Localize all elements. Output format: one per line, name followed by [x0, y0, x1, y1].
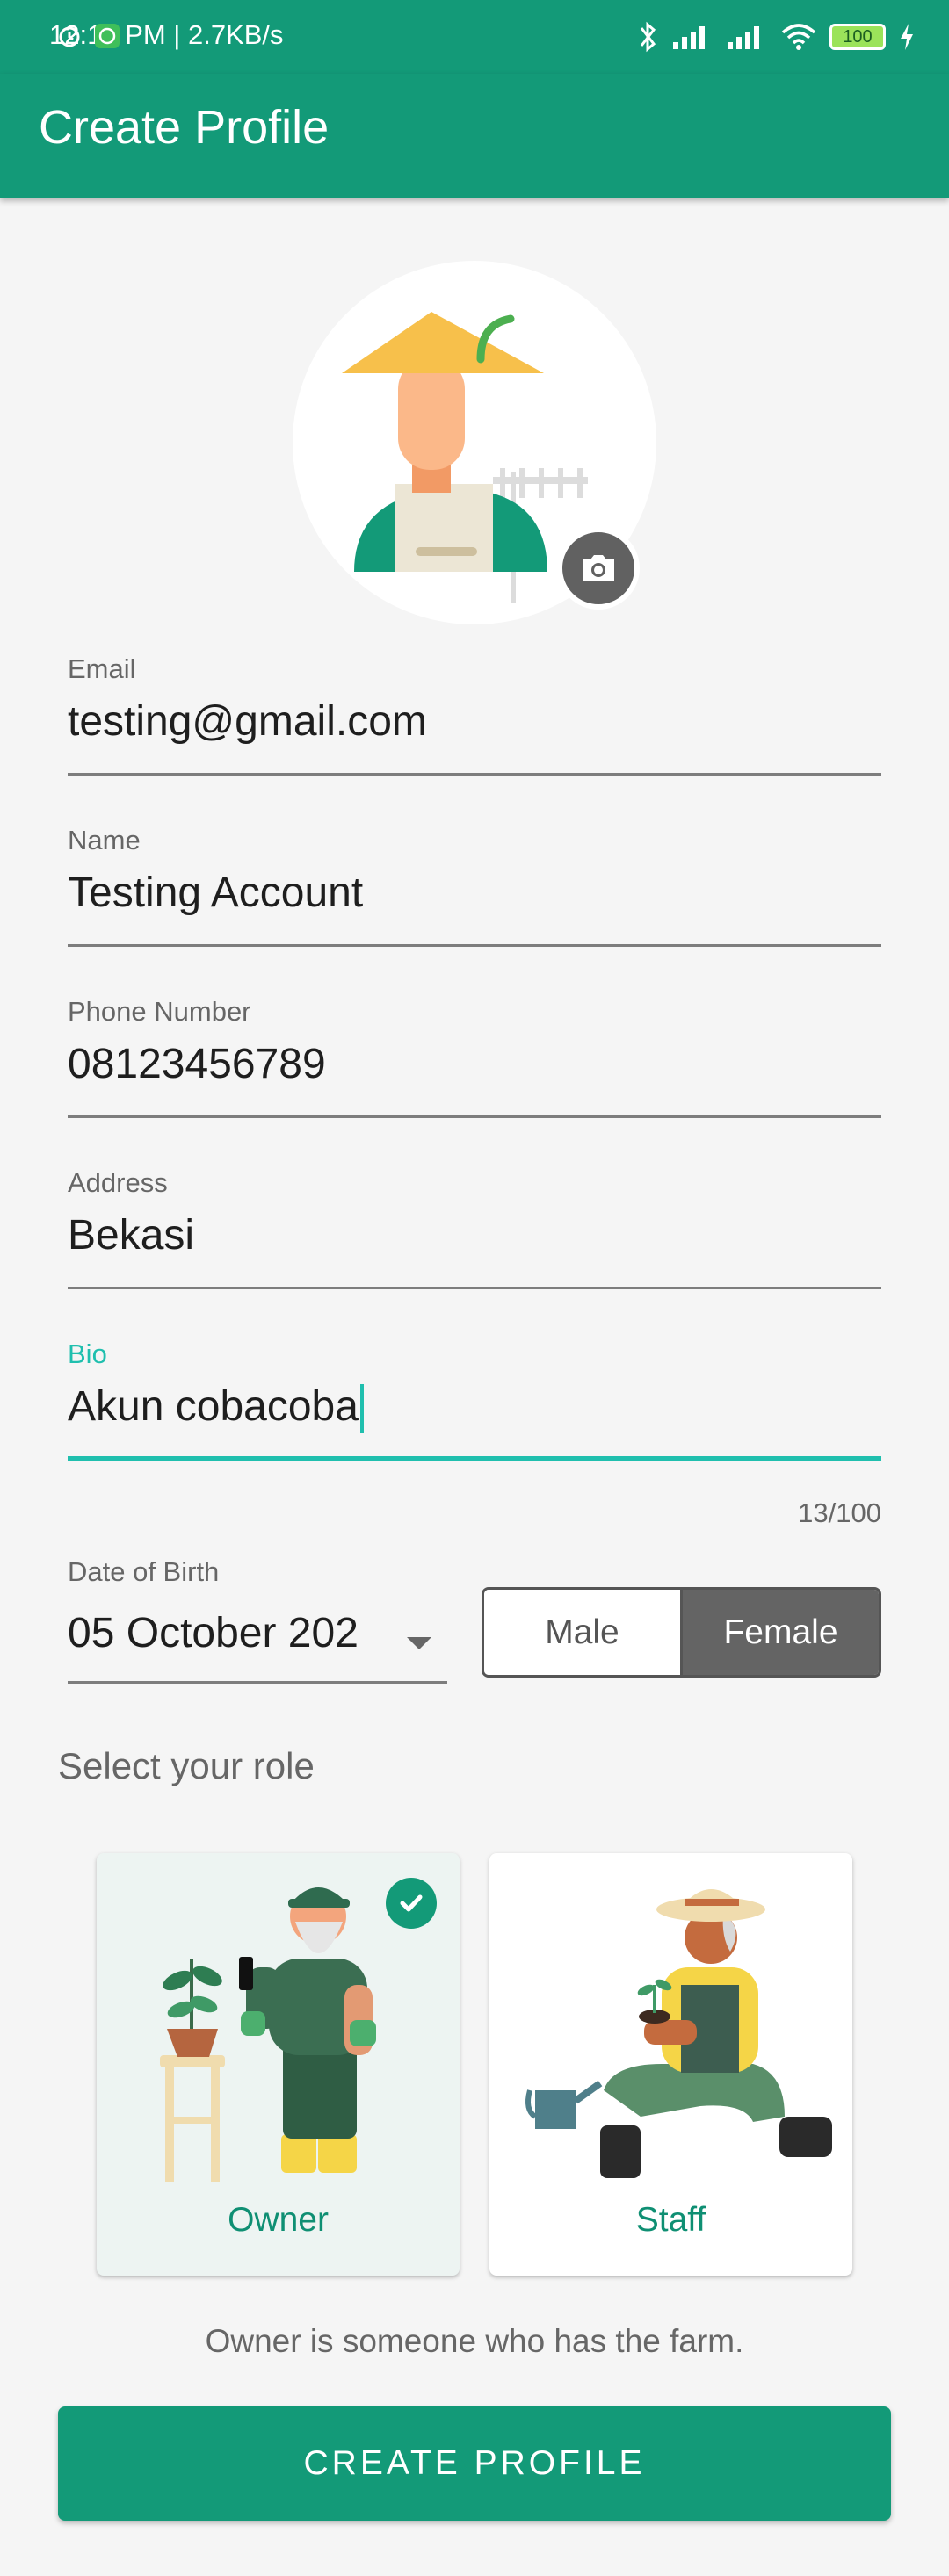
bio-char-counter: 13/100 — [798, 1497, 881, 1528]
signal-icon-2 — [728, 26, 759, 49]
create-profile-button[interactable]: CREATE PROFILE — [58, 2406, 891, 2521]
name-label: Name — [68, 825, 141, 855]
address-field[interactable]: Address Bekasi — [68, 1167, 881, 1295]
gender-male-button[interactable]: Male — [484, 1590, 683, 1675]
dob-label: Date of Birth — [68, 1556, 220, 1587]
dob-value: 05 October 202 — [68, 1610, 359, 1656]
battery-icon: 100 — [829, 24, 886, 50]
address-input[interactable]: Bekasi — [68, 1211, 194, 1259]
app-bar: Create Profile — [0, 74, 949, 198]
dob-underline — [68, 1681, 447, 1684]
email-field[interactable]: Email testing@gmail.com — [68, 653, 881, 782]
address-label: Address — [68, 1167, 168, 1198]
gender-female-button[interactable]: Female — [683, 1590, 879, 1675]
role-card-owner[interactable]: Owner — [97, 1853, 460, 2276]
address-underline — [68, 1287, 881, 1289]
signal-icon — [673, 26, 705, 49]
name-input[interactable]: Testing Account — [68, 869, 363, 917]
role-description: Owner is someone who has the farm. — [205, 2323, 744, 2359]
alarm-icon — [59, 26, 80, 47]
role-label-owner: Owner — [228, 2201, 329, 2239]
phone-label: Phone Number — [68, 996, 251, 1027]
camera-icon — [583, 555, 614, 581]
change-photo-button[interactable] — [557, 527, 640, 610]
bio-text: Akun cobacoba — [68, 1383, 359, 1430]
status-time: 12:14 PM | 2.7KB/s — [49, 19, 284, 50]
charging-icon — [901, 24, 913, 50]
phone-input[interactable]: 08123456789 — [68, 1040, 326, 1088]
bio-label: Bio — [68, 1339, 107, 1369]
bluetooth-icon — [640, 21, 656, 53]
email-label: Email — [68, 653, 136, 684]
gender-toggle: Male Female — [482, 1587, 881, 1678]
status-bar: 12:14 PM | 2.7KB/s 100 — [0, 0, 949, 74]
email-input[interactable]: testing@gmail.com — [68, 697, 427, 746]
role-card-staff[interactable]: Staff — [489, 1853, 852, 2276]
page-title: Create Profile — [39, 101, 330, 154]
bio-input[interactable]: Akun cobacoba — [68, 1382, 364, 1434]
status-icons: 100 — [59, 18, 916, 56]
bio-field[interactable]: Bio Akun cobacoba — [68, 1339, 881, 1467]
date-of-birth-picker[interactable]: Date of Birth 05 October 202 — [68, 1556, 447, 1685]
name-field[interactable]: Name Testing Account — [68, 825, 881, 953]
battery-level: 100 — [843, 26, 873, 47]
wifi-icon — [781, 24, 816, 50]
email-underline — [68, 773, 881, 776]
phone-underline — [68, 1115, 881, 1118]
name-underline — [68, 944, 881, 947]
bio-underline — [68, 1456, 881, 1461]
whatsapp-icon — [95, 24, 120, 48]
role-heading: Select your role — [58, 1745, 315, 1786]
role-label-staff: Staff — [635, 2201, 706, 2239]
phone-field[interactable]: Phone Number 08123456789 — [68, 996, 881, 1124]
staff-illustration — [525, 1889, 832, 2178]
text-cursor — [359, 1384, 364, 1434]
dropdown-arrow-icon — [407, 1637, 431, 1649]
selected-check-icon — [386, 1878, 437, 1929]
